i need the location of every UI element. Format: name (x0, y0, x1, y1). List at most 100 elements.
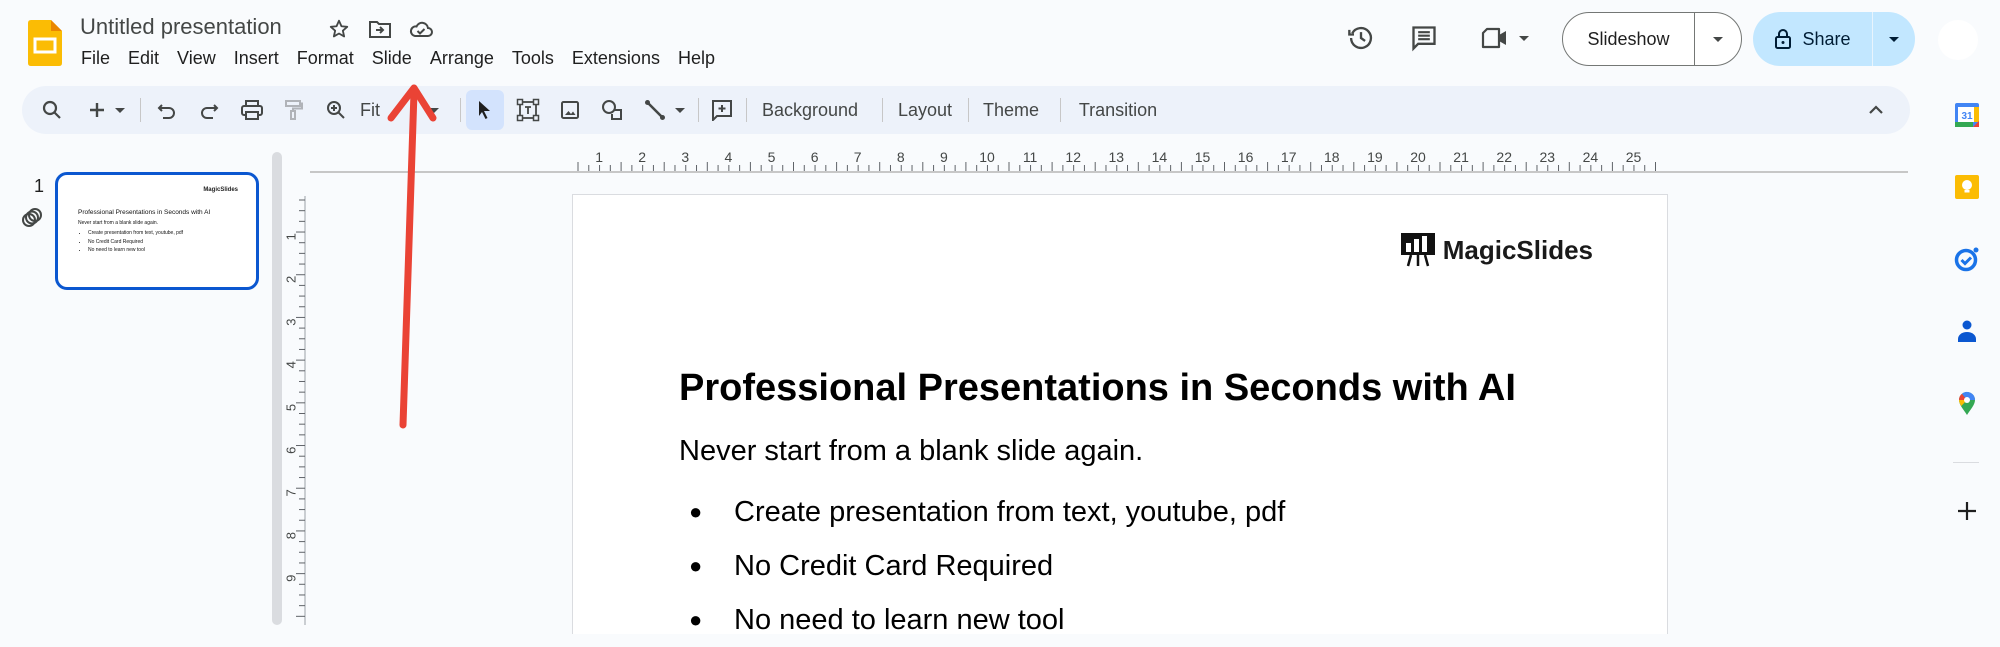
text-box-icon[interactable] (512, 94, 544, 126)
ruler-label: 14 (1152, 149, 1168, 165)
slideshow-button[interactable]: Slideshow (1563, 13, 1695, 65)
lock-icon (1775, 29, 1792, 49)
menu-view[interactable]: View (168, 46, 225, 71)
redo-icon[interactable] (194, 94, 224, 126)
hide-menus-chevron-up-icon[interactable] (1860, 94, 1892, 126)
move-to-folder-icon[interactable] (367, 16, 393, 42)
slide-thumbnail[interactable]: MagicSlides Professional Presentations i… (55, 172, 259, 290)
comments-icon[interactable] (1408, 22, 1440, 54)
cloud-saved-icon[interactable] (408, 16, 434, 42)
slide-bullet-list[interactable]: ● Create presentation from text, youtube,… (679, 485, 1285, 647)
zoom-in-icon[interactable] (320, 94, 352, 126)
slideshow-options-dropdown[interactable] (1695, 13, 1741, 65)
contacts-icon[interactable] (1954, 318, 1980, 344)
ruler-label: 7 (854, 149, 862, 165)
ruler-label: 6 (811, 149, 819, 165)
keep-icon[interactable] (1954, 174, 1980, 200)
account-avatar[interactable] (1938, 20, 1978, 60)
ruler-label: 7 (284, 489, 298, 496)
search-menus-icon[interactable] (36, 94, 68, 126)
vertical-ruler[interactable]: 1 2 3 4 5 6 7 8 9 (284, 196, 306, 625)
bullet-item: ● Create presentation from text, youtube,… (679, 485, 1285, 539)
version-history-icon[interactable] (1345, 22, 1377, 54)
print-icon[interactable] (236, 94, 268, 126)
video-camera-icon (1481, 27, 1506, 49)
ruler-label: 1 (284, 233, 298, 240)
bullet-text: No need to learn new tool (734, 603, 1065, 636)
paint-format-icon[interactable] (278, 94, 310, 126)
star-icon[interactable] (326, 16, 352, 42)
menu-edit[interactable]: Edit (119, 46, 168, 71)
calendar-icon[interactable]: 31 (1954, 102, 1980, 128)
ruler-label: 18 (1324, 149, 1340, 165)
chevron-down-icon (429, 107, 439, 113)
slide-canvas[interactable]: MagicSlides Professional Presentations i… (572, 194, 1668, 636)
share-label: Share (1802, 28, 1851, 49)
toolbar: Fit Background Layout Theme Transition (22, 86, 1910, 134)
toolbar-divider (698, 98, 699, 122)
menu-format[interactable]: Format (288, 46, 363, 71)
maps-icon[interactable] (1954, 390, 1980, 416)
ruler-label: 1 (595, 149, 603, 165)
share-button[interactable]: Share (1753, 12, 1873, 66)
side-panel-divider (1953, 462, 1979, 463)
thumbnail-bullets: Create presentation from text, youtube, … (88, 229, 183, 255)
meet-call-button[interactable] (1477, 22, 1533, 54)
tasks-icon[interactable] (1954, 246, 1980, 272)
slides-logo-icon[interactable] (28, 20, 62, 66)
toolbar-divider (460, 98, 461, 122)
ruler-label: 6 (284, 447, 298, 454)
ruler-label: 17 (1281, 149, 1297, 165)
side-panel: 31 (1940, 90, 1992, 625)
transition-button[interactable]: Transition (1068, 94, 1168, 126)
theme-button[interactable]: Theme (976, 94, 1046, 126)
calendar-day: 31 (1961, 111, 1973, 122)
new-slide-layout-dropdown[interactable] (112, 94, 128, 126)
bullet-item: ● No need to learn new tool (679, 593, 1285, 647)
menu-slide[interactable]: Slide (363, 46, 421, 71)
get-add-ons-plus-icon[interactable] (1954, 498, 1980, 524)
menu-insert[interactable]: Insert (225, 46, 288, 71)
menu-tools[interactable]: Tools (503, 46, 563, 71)
menu-file[interactable]: File (72, 46, 119, 71)
ruler-baseline (310, 171, 1908, 173)
shape-icon[interactable] (596, 94, 628, 126)
line-tool-icon[interactable] (640, 94, 670, 126)
new-slide-plus-icon[interactable] (84, 94, 110, 126)
menu-arrange[interactable]: Arrange (421, 46, 503, 71)
thumbnail-bullet: Create presentation from text, youtube, … (88, 229, 183, 238)
ruler-label: 4 (284, 361, 298, 368)
ruler-label: 21 (1453, 149, 1469, 165)
toolbar-divider (140, 98, 141, 122)
zoom-dropdown[interactable] (424, 94, 444, 126)
chevron-down-icon (1519, 35, 1529, 41)
insert-image-icon[interactable] (554, 94, 586, 126)
filmstrip-scrollbar[interactable] (272, 152, 282, 625)
zoom-select[interactable]: Fit (356, 94, 426, 126)
menu-extensions[interactable]: Extensions (563, 46, 669, 71)
bullet-dot-icon: ● (689, 499, 703, 524)
bullet-text: No Credit Card Required (734, 549, 1054, 582)
layout-button[interactable]: Layout (890, 94, 960, 126)
ruler-label: 3 (681, 149, 689, 165)
linked-object-icon[interactable] (20, 206, 44, 230)
horizontal-ruler[interactable]: 1 2 3 4 5 6 7 8 9 10 11 12 13 14 15 16 17 18 19 20 21 22 23 24 2… (572, 148, 1664, 172)
menu-help[interactable]: Help (669, 46, 724, 71)
zoom-value: Fit (360, 99, 380, 120)
slide-title[interactable]: Professional Presentations in Seconds wi… (679, 367, 1516, 410)
slide-subtitle[interactable]: Never start from a blank slide again. (679, 435, 1143, 468)
undo-icon[interactable] (152, 94, 182, 126)
slideshow-button-group: Slideshow (1562, 12, 1742, 66)
line-type-dropdown[interactable] (672, 94, 688, 126)
magicslides-logo[interactable]: MagicSlides (1400, 233, 1593, 267)
share-options-dropdown[interactable] (1873, 12, 1915, 66)
ruler-label: 10 (979, 149, 995, 165)
add-comment-icon[interactable] (706, 94, 738, 126)
background-button[interactable]: Background (754, 94, 866, 126)
document-title[interactable]: Untitled presentation (80, 14, 282, 40)
ruler-label: 5 (284, 404, 298, 411)
ruler-label: 19 (1367, 149, 1383, 165)
ruler-label: 23 (1540, 149, 1556, 165)
ruler-label: 13 (1109, 149, 1125, 165)
select-tool-icon[interactable] (466, 90, 504, 130)
